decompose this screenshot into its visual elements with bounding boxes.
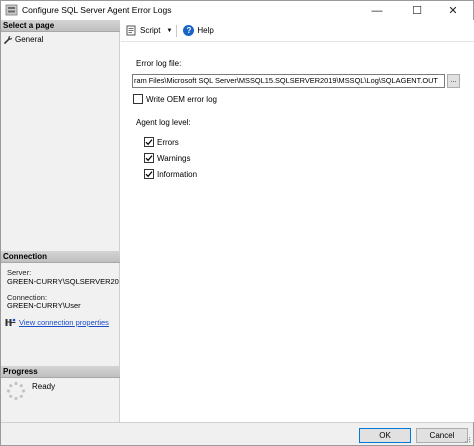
ok-button[interactable]: OK	[359, 428, 411, 443]
maximize-button[interactable]: ☐	[397, 1, 437, 20]
toolbar-separator	[176, 24, 178, 37]
sql-server-agent-icon	[5, 4, 18, 16]
write-oem-error-log-option[interactable]: Write OEM error log	[133, 94, 217, 104]
configure-error-logs-dialog: Configure SQL Server Agent Error Logs — …	[0, 0, 474, 446]
view-connection-properties[interactable]: View connection properties	[5, 318, 109, 327]
error-log-file-label: Error log file:	[136, 59, 182, 68]
script-dropdown-arrow-icon[interactable]: ▼	[166, 28, 172, 34]
toolbar: Script ▼ ? Help	[121, 20, 474, 42]
script-label: Script	[140, 26, 161, 35]
server-value: GREEN-CURRY\SQLSERVER20	[7, 277, 119, 286]
agent-log-level-label: Agent log level:	[136, 118, 191, 127]
minimize-button[interactable]: —	[357, 1, 397, 20]
connection-properties-icon	[5, 318, 16, 326]
warnings-checkbox[interactable]	[144, 153, 154, 163]
help-button[interactable]: ? Help	[181, 23, 215, 39]
dialog-button-bar: OK Cancel	[1, 422, 473, 445]
script-button[interactable]: Script	[124, 23, 162, 39]
warnings-option[interactable]: Warnings	[144, 153, 191, 163]
error-log-file-input[interactable]: ram Files\Microsoft SQL Server\MSSQL15.S…	[132, 74, 445, 88]
progress-spinner-icon	[6, 381, 26, 401]
write-oem-checkbox[interactable]	[133, 94, 143, 104]
help-icon: ?	[183, 25, 195, 36]
title-bar: Configure SQL Server Agent Error Logs — …	[1, 1, 473, 20]
checkmark-icon	[145, 155, 153, 162]
errors-option[interactable]: Errors	[144, 137, 179, 147]
wrench-icon	[3, 35, 13, 44]
warnings-label: Warnings	[157, 153, 191, 163]
select-page-header: Select a page	[1, 20, 120, 32]
progress-status: Ready	[32, 382, 56, 391]
resize-grip-icon[interactable]	[463, 435, 471, 443]
left-panel: Select a page General Connection Server:…	[1, 20, 120, 422]
connection-value: GREEN-CURRY\User	[7, 301, 81, 310]
help-label: Help	[197, 26, 214, 35]
browse-button[interactable]: ...	[447, 74, 460, 88]
progress-header: Progress	[1, 366, 120, 378]
write-oem-label: Write OEM error log	[146, 94, 217, 104]
checkmark-icon	[145, 171, 153, 178]
script-icon	[126, 25, 136, 36]
page-item-general[interactable]: General	[3, 34, 43, 45]
errors-label: Errors	[157, 137, 179, 147]
view-connection-link[interactable]: View connection properties	[19, 318, 109, 327]
page-item-label: General	[15, 35, 44, 44]
server-label: Server:	[7, 268, 32, 277]
window-title: Configure SQL Server Agent Error Logs	[22, 5, 172, 15]
information-option[interactable]: Information	[144, 169, 197, 179]
checkmark-icon	[145, 139, 153, 146]
information-label: Information	[157, 169, 198, 179]
connection-header: Connection	[1, 251, 120, 263]
information-checkbox[interactable]	[144, 169, 154, 179]
main-panel: Script ▼ ? Help Error log file: ram File…	[121, 20, 474, 422]
close-button[interactable]: ✕	[433, 1, 473, 20]
errors-checkbox[interactable]	[144, 137, 154, 147]
cancel-button[interactable]: Cancel	[416, 428, 468, 443]
